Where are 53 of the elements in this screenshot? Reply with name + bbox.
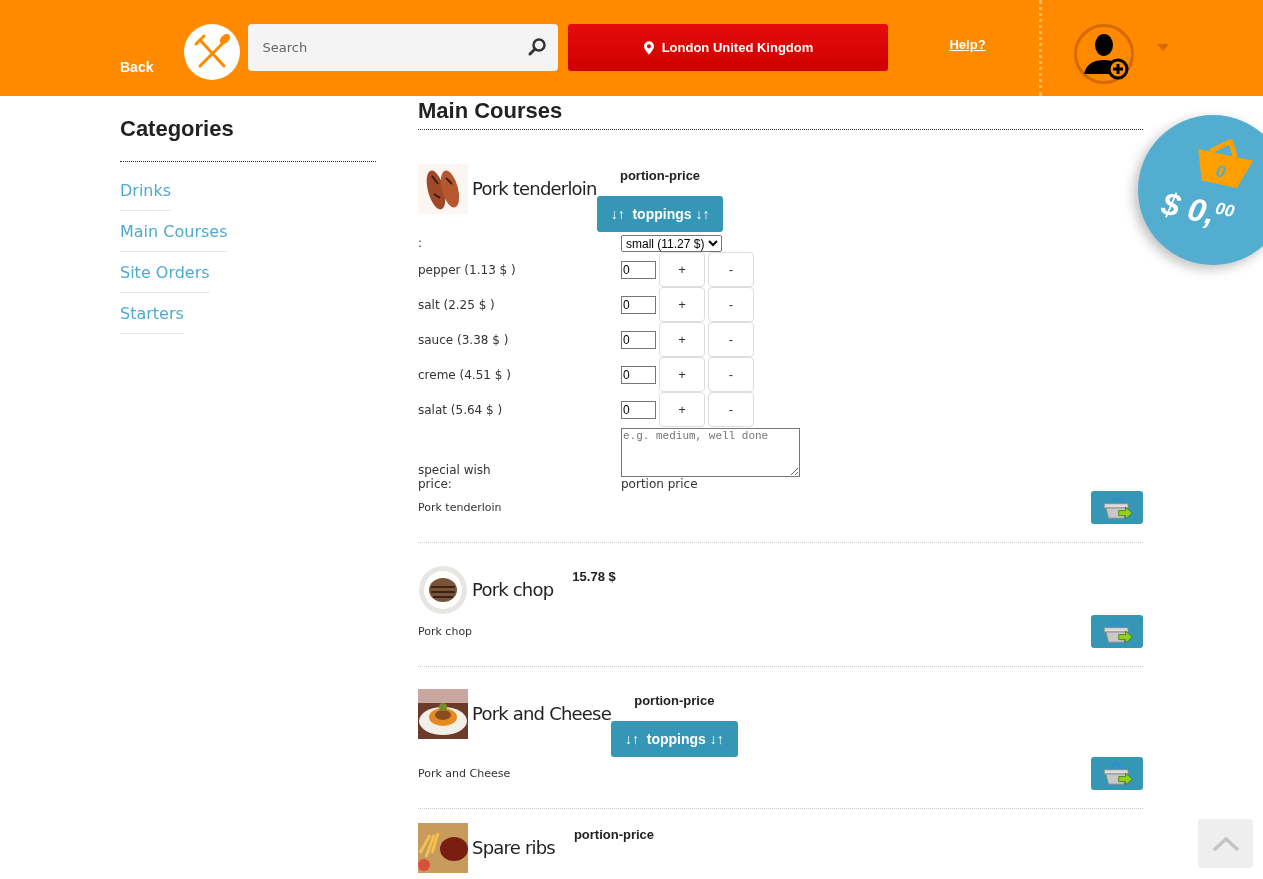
search-icon[interactable] [528, 37, 549, 57]
add-to-cart-button[interactable] [1091, 757, 1143, 790]
price-label: price: [418, 477, 453, 491]
dish-description: Pork tenderloin [418, 501, 502, 514]
chevron-up-icon [1212, 836, 1239, 851]
dish-price: 15.78 $ [571, 569, 617, 584]
section-title: Main Courses [418, 98, 564, 124]
minus-button[interactable]: - [708, 322, 754, 357]
topping-label: salat (5.64 $ ) [418, 402, 504, 417]
price-value: portion price [621, 477, 699, 491]
size-select[interactable]: small (11.27 $) [621, 235, 722, 252]
plus-button[interactable]: + [659, 287, 705, 322]
topping-label: sauce (3.38 $ ) [418, 332, 510, 347]
special-wish-label: special wish [418, 463, 492, 477]
topping-label: salt (2.25 $ ) [418, 297, 496, 312]
quantity-field[interactable]: 0 [621, 365, 656, 384]
caret-icon[interactable] [1156, 44, 1169, 51]
minus-button[interactable]: - [708, 392, 754, 427]
map-pin-icon [643, 40, 654, 55]
add-to-cart-button[interactable] [1091, 615, 1143, 648]
minus-button[interactable]: - [708, 287, 754, 322]
dish-name: Pork tenderloin [472, 177, 597, 201]
dish-price: portion-price [633, 693, 716, 708]
location-button[interactable]: London United Kingdom [568, 24, 889, 71]
dish-price: portion-price [618, 168, 702, 183]
dish-name: Pork chop [472, 578, 554, 602]
quantity-field[interactable]: 0 [621, 295, 656, 314]
add-to-cart-button[interactable] [1091, 491, 1143, 524]
topping-label: creme (4.51 $ ) [418, 367, 512, 382]
search-field[interactable]: Search [248, 24, 559, 71]
scroll-top-button[interactable] [1198, 819, 1253, 868]
plus-button[interactable]: + [659, 357, 705, 392]
minus-button[interactable]: - [708, 252, 754, 287]
dish-description: Pork and Cheese [418, 767, 511, 780]
plus-button[interactable]: + [659, 392, 705, 427]
dish-name: Pork and Cheese [472, 702, 611, 726]
dish-description: Pork chop [418, 625, 473, 638]
categories-title: Categories [120, 117, 234, 141]
user-add-avatar-icon[interactable] [1073, 24, 1134, 84]
cart-total: $ 0,$^{00}$ [1158, 185, 1237, 234]
quantity-field[interactable]: 0 [621, 400, 656, 419]
quantity-field[interactable]: 0 [621, 330, 656, 349]
topping-label: pepper (1.13 $ ) [418, 262, 517, 277]
cart-count: 0 [1213, 161, 1228, 183]
plus-button[interactable]: + [659, 252, 705, 287]
quantity-field[interactable]: 0 [621, 260, 656, 279]
special-wish-field[interactable]: e.g. medium, well done [621, 428, 800, 477]
plus-button[interactable]: + [659, 322, 705, 357]
cutlery-logo-icon[interactable] [184, 24, 241, 80]
size-label: : [418, 236, 424, 250]
dish-price: portion-price [572, 827, 656, 842]
minus-button[interactable]: - [708, 357, 754, 392]
dish-name: Spare ribs [472, 836, 555, 860]
